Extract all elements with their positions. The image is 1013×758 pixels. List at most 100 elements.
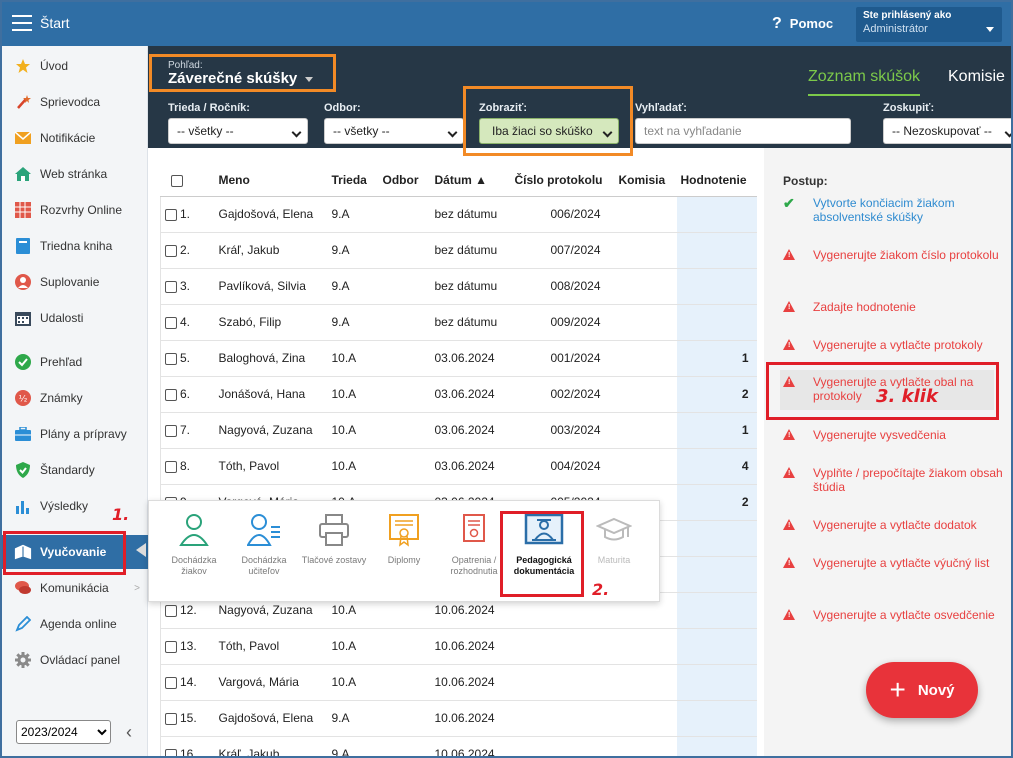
row-checkbox[interactable] xyxy=(165,280,177,293)
row-checkbox[interactable] xyxy=(165,208,177,221)
sidebar-item-rozvrhy[interactable]: Rozvrhy Online xyxy=(2,193,148,227)
col-hodnotenie[interactable]: Hodnotenie xyxy=(676,164,757,197)
cell-row-number[interactable]: 7. xyxy=(160,412,215,449)
sidebar-item-znamky[interactable]: ½ Známky xyxy=(2,381,148,415)
step-vyucny-list[interactable]: ! Vygenerujte a vytlačte výučný list xyxy=(783,556,1003,571)
col-datum[interactable]: Dátum ▲ xyxy=(430,164,511,197)
cell-row-number[interactable]: 5. xyxy=(160,340,215,377)
collapse-sidebar-icon[interactable]: ‹ xyxy=(126,722,132,743)
app-title[interactable]: Štart xyxy=(40,15,70,31)
zoskupit-select[interactable]: -- Nezoskupovať -- xyxy=(883,118,1011,144)
table-row[interactable]: 1. Gajdošová, Elena 9.A bez dátumu 006/2024 xyxy=(160,196,757,233)
flyout-opatrenia[interactable]: Opatrenia / rozhodnutia xyxy=(439,513,509,577)
col-trieda[interactable]: Trieda xyxy=(327,164,379,197)
sidebar-item-agenda[interactable]: Agenda online xyxy=(2,607,148,641)
row-checkbox[interactable] xyxy=(165,604,177,617)
tab-zoznam-skusok[interactable]: Zoznam skúšok xyxy=(808,68,921,96)
row-checkbox[interactable] xyxy=(165,352,177,365)
cell-row-number[interactable]: 15. xyxy=(160,700,215,737)
flyout-dochadzka-ucitelov[interactable]: Dochádzka učiteľov xyxy=(229,513,299,577)
row-checkbox[interactable] xyxy=(165,244,177,257)
sidebar-item-komunikacia[interactable]: Komunikácia > xyxy=(2,571,148,605)
zobrazit-select[interactable]: Iba žiaci so skúško xyxy=(479,118,619,144)
flyout-dochadzka-ziakov[interactable]: Dochádzka žiakov xyxy=(159,513,229,577)
col-komisia[interactable]: Komisia xyxy=(614,164,677,197)
cell-row-number[interactable]: 13. xyxy=(160,628,215,665)
row-checkbox[interactable] xyxy=(165,712,177,725)
row-checkbox[interactable] xyxy=(165,388,177,401)
col-meno[interactable]: Meno xyxy=(214,164,328,197)
sidebar-item-plany[interactable]: Plány a prípravy xyxy=(2,417,148,451)
cell-row-number[interactable]: 6. xyxy=(160,376,215,413)
cell-class: 10.A xyxy=(327,376,379,413)
sidebar-item-web[interactable]: Web stránka xyxy=(2,157,148,191)
sidebar-item-triedna-kniha[interactable]: Triedna kniha xyxy=(2,229,148,263)
cell-row-number[interactable]: 14. xyxy=(160,664,215,701)
sidebar-item-udalosti[interactable]: Udalosti xyxy=(2,301,148,335)
sidebar-item-vyucovanie[interactable]: Vyučovanie xyxy=(2,535,148,569)
step-osvedcenie[interactable]: ! Vygenerujte a vytlačte osvedčenie xyxy=(783,608,1003,623)
menu-icon[interactable] xyxy=(12,15,32,31)
table-row[interactable]: 13. Tóth, Pavol 10.A 10.06.2024 xyxy=(160,628,757,665)
table-row[interactable]: 8. Tóth, Pavol 10.A 03.06.2024 004/2024 4 xyxy=(160,448,757,485)
table-row[interactable]: 5. Baloghová, Zina 10.A 03.06.2024 001/2024 1 xyxy=(160,340,757,377)
table-row[interactable]: 2. Kráľ, Jakub 9.A bez dátumu 007/2024 xyxy=(160,232,757,269)
trieda-select[interactable]: -- všetky -- xyxy=(168,118,308,144)
chat-icon xyxy=(14,579,32,597)
flyout-pedagogicka-dokumentacia[interactable]: Pedagogická dokumentácia xyxy=(509,513,579,577)
vyucovanie-flyout: Dochádzka žiakov Dochádzka učiteľov Tlač… xyxy=(148,500,660,602)
step-cislo-protokolu[interactable]: ! Vygenerujte žiakom číslo protokolu xyxy=(783,248,1003,263)
cell-field xyxy=(378,340,431,377)
row-checkbox[interactable] xyxy=(165,460,177,473)
table-row[interactable]: 14. Vargová, Mária 10.A 10.06.2024 xyxy=(160,664,757,701)
row-checkbox[interactable] xyxy=(165,748,177,756)
row-checkbox[interactable] xyxy=(165,676,177,689)
step-vytvorte-skusky[interactable]: ✔ Vytvorte končiacim žiakom absolventské … xyxy=(783,196,1003,224)
step-obsah-studia[interactable]: ! Vyplňte / prepočítajte žiakom obsah štú… xyxy=(783,466,1003,494)
view-select[interactable]: Záverečné skúšky xyxy=(168,70,314,87)
sidebar-item-uvod[interactable]: Úvod xyxy=(2,49,148,83)
cell-row-number[interactable]: 1. xyxy=(160,196,215,233)
cell-committee xyxy=(614,376,677,413)
col-cislo-protokolu[interactable]: Číslo protokolu xyxy=(510,164,615,197)
select-all-checkbox[interactable] xyxy=(160,164,215,197)
person-icon xyxy=(14,273,32,291)
table-row[interactable]: 3. Pavlíková, Silvia 9.A bez dátumu 008/2024 xyxy=(160,268,757,305)
step-protokoly[interactable]: ! Vygenerujte a vytlačte protokoly xyxy=(783,338,1003,353)
odbor-select[interactable]: -- všetky -- xyxy=(324,118,464,144)
cell-row-number[interactable]: 4. xyxy=(160,304,215,341)
sidebar-item-prehlad[interactable]: Prehľad xyxy=(2,345,148,379)
table-row[interactable]: 6. Jonášová, Hana 10.A 03.06.2024 002/2024 2 xyxy=(160,376,757,413)
row-checkbox[interactable] xyxy=(165,424,177,437)
table-row[interactable]: 4. Szabó, Filip 9.A bez dátumu 009/2024 xyxy=(160,304,757,341)
flyout-tlacove-zostavy[interactable]: Tlačové zostavy xyxy=(299,513,369,566)
document-icon xyxy=(463,514,485,542)
cell-row-number[interactable]: 8. xyxy=(160,448,215,485)
sidebar-item-ovladaci-panel[interactable]: Ovládací panel xyxy=(2,643,148,677)
school-year-select[interactable]: 2023/2024 xyxy=(16,720,111,744)
step-hodnotenie[interactable]: ! Zadajte hodnotenie xyxy=(783,300,1003,315)
new-exam-button[interactable]: + Nový xyxy=(866,662,978,718)
row-checkbox[interactable] xyxy=(165,316,177,329)
table-row[interactable]: 16. Kráľ, Jakub 9.A 10.06.2024 xyxy=(160,736,757,756)
table-row[interactable]: 7. Nagyová, Zuzana 10.A 03.06.2024 003/2024 1 xyxy=(160,412,757,449)
cell-row-number[interactable]: 2. xyxy=(160,232,215,269)
sidebar-item-suplovanie[interactable]: Suplovanie xyxy=(2,265,148,299)
sidebar-item-standardy[interactable]: Štandardy xyxy=(2,453,148,487)
search-input[interactable]: text na vyhľadanie xyxy=(635,118,851,144)
row-checkbox[interactable] xyxy=(165,640,177,653)
cell-row-number[interactable]: 16. xyxy=(160,736,215,756)
sidebar-item-notifikacie[interactable]: Notifikácie xyxy=(2,121,148,155)
sidebar-item-sprievodca[interactable]: Sprievodca xyxy=(2,85,148,119)
col-odbor[interactable]: Odbor xyxy=(378,164,431,197)
cell-row-number[interactable]: 3. xyxy=(160,268,215,305)
step-vysvedcenia[interactable]: ! Vygenerujte vysvedčenia xyxy=(783,428,1003,443)
flyout-maturita[interactable]: Maturita xyxy=(579,513,649,566)
user-menu[interactable]: Ste prihlásený ako Administrátor xyxy=(856,7,1002,42)
cell-grade xyxy=(676,628,757,665)
help-link[interactable]: ? Pomoc xyxy=(772,15,833,33)
flyout-diplomy[interactable]: Diplomy xyxy=(369,513,439,566)
table-row[interactable]: 15. Gajdošová, Elena 9.A 10.06.2024 xyxy=(160,700,757,737)
step-dodatok[interactable]: ! Vygenerujte a vytlačte dodatok xyxy=(783,518,1003,533)
tab-komisie[interactable]: Komisie xyxy=(948,68,1005,86)
